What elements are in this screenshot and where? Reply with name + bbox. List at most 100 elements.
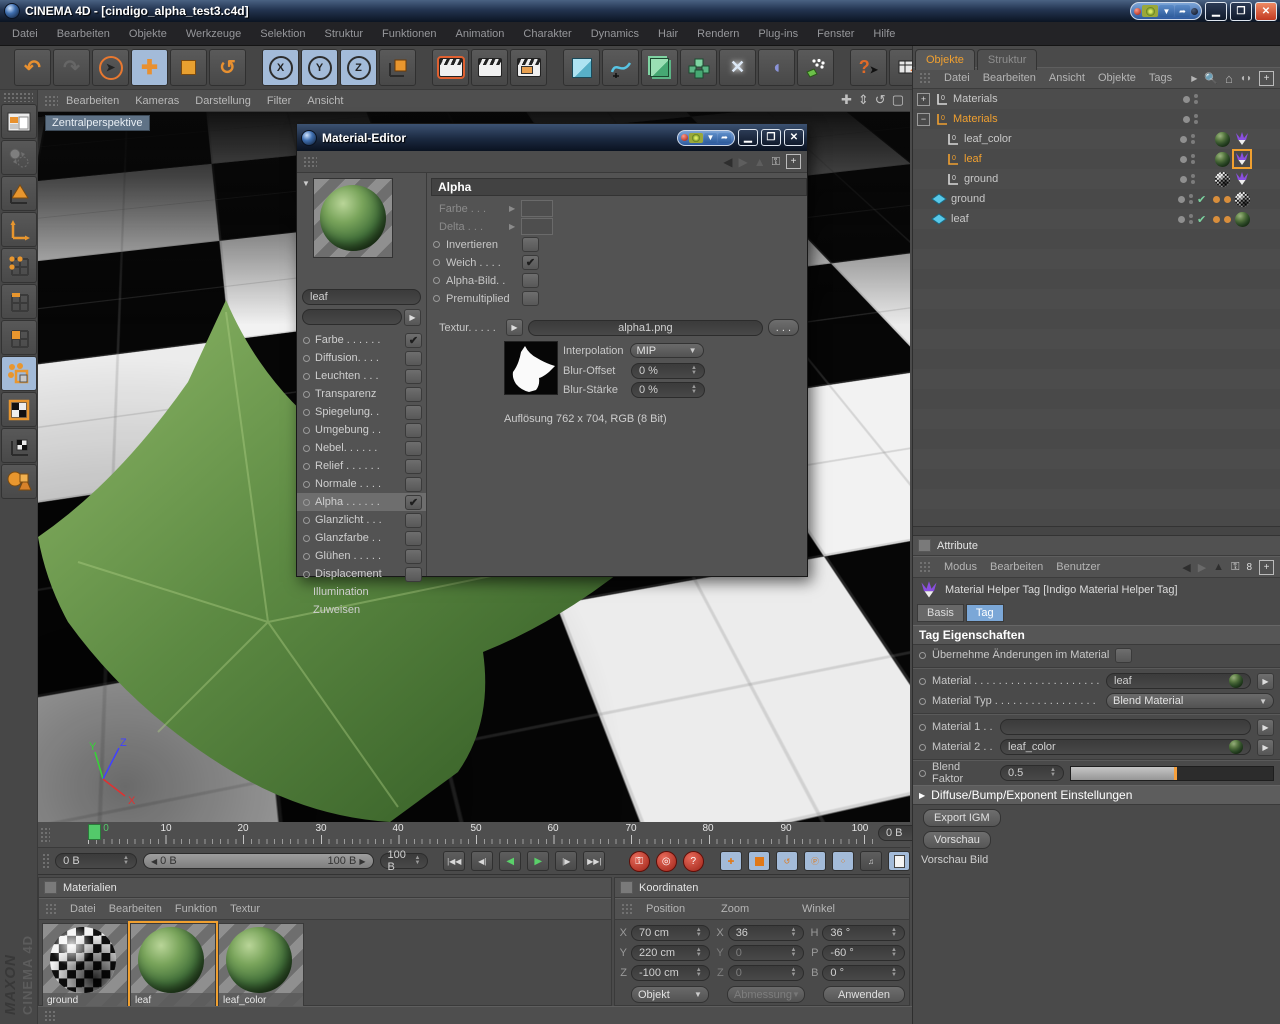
winkel-b-input[interactable]: 0 °▲▼ — [822, 965, 905, 981]
position-y-input[interactable]: 220 cm▲▼ — [631, 945, 710, 961]
textur-options-button[interactable]: ▶ — [506, 319, 523, 336]
apply-icon[interactable] — [754, 155, 766, 169]
om-search-icon[interactable]: 🔍 — [1204, 72, 1218, 85]
model-mode-button[interactable] — [1, 176, 37, 211]
autokey-button[interactable]: ◎ — [656, 851, 677, 872]
texture-axis-mode-button[interactable] — [1, 392, 37, 427]
redo-button[interactable]: ↷ — [53, 49, 90, 86]
coordinate-system-button[interactable] — [379, 49, 416, 86]
layer-dot[interactable] — [1178, 196, 1185, 203]
viewport-zoom-icon[interactable]: ⇕ — [858, 92, 869, 108]
menu-werkzeuge[interactable]: Werkzeuge — [186, 28, 241, 40]
material-name-input[interactable]: leaf — [302, 289, 421, 305]
dialog-minimize-button[interactable]: ▁ — [738, 129, 758, 146]
blend-faktor-slider[interactable] — [1070, 766, 1274, 781]
menu-fenster[interactable]: Fenster — [817, 28, 854, 40]
channel-farbe[interactable]: Farbe . . . . . . — [297, 331, 426, 349]
material-tag-green[interactable] — [1215, 132, 1230, 147]
menu-funktionen[interactable]: Funktionen — [382, 28, 436, 40]
tab-objekte[interactable]: Objekte — [915, 49, 975, 70]
visibility-dots[interactable] — [1191, 134, 1195, 144]
tab-basis[interactable]: Basis — [917, 604, 964, 622]
materials-panel-dock-icon[interactable] — [44, 881, 57, 894]
textur-browse-button[interactable]: . . . — [768, 319, 799, 336]
uv-axis-mode-button[interactable] — [1, 428, 37, 463]
expand-icon[interactable] — [917, 93, 930, 106]
viewport-menu-grip[interactable] — [44, 95, 58, 107]
visibility-dots[interactable] — [1191, 174, 1195, 184]
alpha-texture-thumbnail[interactable] — [504, 341, 558, 395]
particle-emitter-button[interactable]: ✕ — [719, 49, 756, 86]
new-window-icon[interactable]: + — [786, 154, 801, 169]
texture-tag-green[interactable] — [1235, 212, 1250, 227]
add-hypernurbs-button[interactable] — [641, 49, 678, 86]
layer-dot[interactable] — [1180, 136, 1187, 143]
sound-toggle[interactable]: ♫ — [860, 851, 882, 871]
channel-glanzfarbe[interactable]: Glanzfarbe . . — [297, 529, 426, 547]
vp-menu-darstellung[interactable]: Darstellung — [195, 95, 251, 107]
channel-relief-checkbox[interactable] — [405, 459, 422, 474]
menu-struktur[interactable]: Struktur — [325, 28, 364, 40]
material-preview[interactable] — [313, 178, 393, 258]
scene-objects-button[interactable] — [797, 49, 834, 86]
winkel-p-input[interactable]: -60 °▲▼ — [822, 945, 905, 961]
tree-row-leaf-plane[interactable]: leaf — [913, 209, 1280, 229]
visibility-dots[interactable] — [1189, 214, 1193, 224]
layer-dot[interactable] — [1180, 156, 1187, 163]
editor-dot[interactable] — [1224, 216, 1231, 223]
farbe-color-swatch[interactable] — [521, 200, 553, 217]
channel-glanzlicht[interactable]: Glanzlicht . . . — [297, 511, 426, 529]
tree-row-leaf-null[interactable]: 0 leaf — [913, 149, 1280, 169]
layer-dot[interactable] — [1180, 176, 1187, 183]
vp-menu-kameras[interactable]: Kameras — [135, 95, 179, 107]
material-swatch-leaf-color[interactable]: leaf_color — [218, 923, 304, 1009]
channel-alpha-checkbox[interactable] — [405, 495, 422, 510]
materials-menu-bearbeiten[interactable]: Bearbeiten — [109, 903, 162, 915]
key-position-toggle[interactable]: ✚ — [720, 851, 742, 871]
menu-selektion[interactable]: Selektion — [260, 28, 305, 40]
object-axis-mode-button[interactable] — [1, 212, 37, 247]
timeline-ruler[interactable]: 0 10 20 30 40 50 60 70 80 90 100 0 B▲▼ — [38, 822, 910, 848]
nvidia-logo-icon[interactable] — [1142, 5, 1158, 17]
history-back-icon[interactable] — [723, 155, 732, 169]
channel-spiegelung-checkbox[interactable] — [405, 405, 422, 420]
weich-checkbox[interactable] — [522, 255, 539, 270]
om-menu-datei[interactable]: Datei — [944, 72, 970, 84]
attr-link-icon[interactable]: 8 — [1246, 562, 1252, 573]
channel-nebel[interactable]: Nebel. . . . . . — [297, 439, 426, 457]
lock-icon[interactable] — [772, 154, 780, 169]
dialog-close-button[interactable]: ✕ — [784, 129, 804, 146]
render-dot[interactable] — [1213, 196, 1220, 203]
add-deformer-button[interactable]: ◖ — [758, 49, 795, 86]
zoom-z-input[interactable]: 0▲▼ — [728, 965, 805, 981]
restore-button[interactable]: ❐ — [1230, 2, 1252, 21]
material-typ-dropdown[interactable]: Blend Material▼ — [1106, 693, 1274, 709]
dialog-nview-collapse-icon[interactable]: ▼ — [704, 133, 717, 143]
material1-link-field[interactable] — [1000, 719, 1251, 735]
document-options-button[interactable] — [888, 851, 910, 871]
play-backward-button[interactable]: ◀ — [499, 851, 521, 871]
tree-row-ground-plane[interactable]: ground — [913, 189, 1280, 209]
interpolation-dropdown[interactable]: MIP▼ — [630, 343, 704, 358]
coordinates-panel-dock-icon[interactable] — [620, 881, 633, 894]
menu-animation[interactable]: Animation — [455, 28, 504, 40]
goto-end-button[interactable]: ▶▶| — [583, 851, 605, 871]
collapse-icon[interactable] — [917, 113, 930, 126]
material-swatch-ground[interactable]: ground — [42, 923, 128, 1009]
anwenden-button[interactable]: Anwenden — [823, 986, 905, 1003]
om-eye-icon[interactable]: ◖◗ — [1240, 73, 1252, 84]
abmessung-dropdown[interactable]: Abmessung▼ — [727, 986, 805, 1003]
visibility-dots[interactable] — [1194, 94, 1198, 104]
previous-frame-button[interactable]: ◀| — [471, 851, 493, 871]
channel-zuweisen[interactable]: Zuweisen — [297, 601, 426, 619]
add-cube-object-button[interactable] — [563, 49, 600, 86]
indigo-helper-tag[interactable] — [1234, 131, 1250, 147]
uebernehme-checkbox[interactable] — [1115, 648, 1132, 663]
current-frame-marker[interactable] — [88, 824, 101, 840]
menu-hair[interactable]: Hair — [658, 28, 678, 40]
invertieren-checkbox[interactable] — [522, 237, 539, 252]
om-menu-bearbeiten[interactable]: Bearbeiten — [983, 72, 1036, 84]
tree-row-materials-2[interactable]: 0 Materials — [913, 109, 1280, 129]
nview-move-desktop-icon[interactable]: ➦ — [1175, 5, 1190, 17]
channel-glanzfarbe-checkbox[interactable] — [405, 531, 422, 546]
